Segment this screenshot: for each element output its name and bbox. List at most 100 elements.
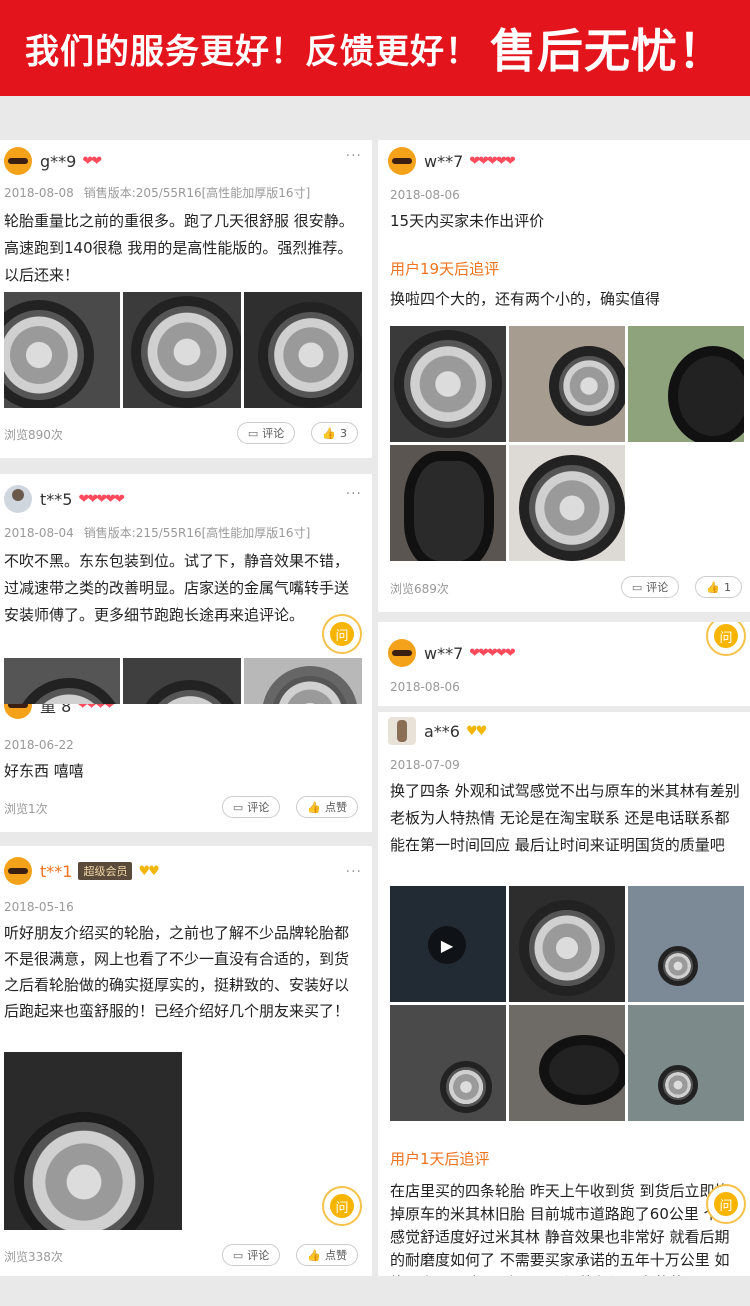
user-avatar: [4, 704, 32, 719]
comment-button[interactable]: ▭ 评论: [620, 576, 680, 598]
comment-label: 评论: [646, 581, 669, 594]
user-avatar: [388, 639, 416, 667]
rating-hearts-icon: ❤❤: [82, 153, 102, 169]
review-date: 2018-08-04: [4, 526, 74, 540]
review-photo[interactable]: [509, 886, 625, 1002]
like-button[interactable]: 👍 3: [311, 422, 358, 444]
rating-hearts-icon: ❤❤❤❤: [77, 704, 115, 713]
review-photo[interactable]: [4, 658, 120, 704]
user-avatar: [388, 717, 416, 745]
review-photos: [390, 326, 744, 561]
thumbs-up-icon: 👍: [307, 1248, 321, 1262]
review-video[interactable]: ▶: [390, 886, 506, 1002]
review-photo[interactable]: [4, 292, 120, 408]
ask-button[interactable]: 问: [706, 1184, 746, 1224]
username: t**1: [40, 861, 73, 881]
like-button[interactable]: 👍 点赞: [296, 796, 358, 818]
review-photo[interactable]: [628, 326, 744, 442]
review-photo[interactable]: [390, 326, 506, 442]
review-date: 2018-06-22: [4, 738, 74, 752]
view-count: 浏览689次: [390, 582, 449, 596]
more-icon[interactable]: ···: [346, 148, 362, 164]
more-icon[interactable]: ···: [346, 864, 362, 880]
username: w**7: [424, 643, 464, 663]
review-date: 2018-07-09: [390, 758, 460, 772]
comment-icon: ▭: [232, 800, 244, 814]
more-icon[interactable]: ···: [346, 486, 362, 502]
rating-hearts-icon: ❤❤❤❤❤: [469, 645, 515, 661]
comment-button[interactable]: ▭ 评论: [236, 422, 296, 444]
comment-label: 评论: [247, 1249, 270, 1262]
review-photo[interactable]: [244, 658, 362, 704]
like-label: 点赞: [325, 1249, 347, 1262]
comment-icon: ▭: [232, 1248, 244, 1262]
review-card: w**7 ❤❤❤❤❤ 2018-08-06 15天内买家未作出评价 用户19天后…: [378, 140, 750, 612]
like-button[interactable]: 👍 点赞: [296, 1244, 358, 1266]
user-avatar: [4, 485, 32, 513]
review-card: t**5 ❤❤❤❤❤ ··· 2018-08-04 销售版本:215/55R16[…: [0, 474, 372, 704]
banner-emphasis: 售后无忧！: [490, 24, 725, 78]
username: a**6: [424, 721, 460, 741]
review-card: t**1 超级会员 ♥♥ ··· 2018-05-16 听好朋友介绍买的轮胎，之…: [0, 846, 372, 1276]
review-card: 童 8 ❤❤❤❤ 2018-06-22 好东西 嘻嘻 浏览1次 ▭ 评论 👍 点赞: [0, 704, 372, 832]
comment-button[interactable]: ▭ 评论: [221, 1244, 281, 1266]
ask-icon: 问: [714, 624, 738, 648]
comment-button[interactable]: ▭ 评论: [221, 796, 281, 818]
user-avatar: [4, 857, 32, 885]
review-photo[interactable]: [509, 1005, 625, 1121]
user-avatar: [388, 147, 416, 175]
review-photos: [4, 292, 362, 408]
review-date: 2018-08-06: [390, 188, 460, 202]
like-label: 点赞: [325, 801, 347, 814]
ask-icon: 问: [714, 1192, 738, 1216]
ask-button[interactable]: 问: [706, 622, 746, 656]
view-count: 浏览890次: [4, 428, 63, 442]
rating-hearts-icon: ❤❤❤❤❤: [78, 491, 124, 507]
followup-text: 换啦四个大的，还有两个小的，确实值得: [390, 290, 661, 308]
review-photo[interactable]: [509, 445, 625, 561]
ask-button[interactable]: 问: [322, 614, 362, 654]
review-date: 2018-05-16: [4, 900, 74, 914]
comment-label: 评论: [247, 801, 270, 814]
review-photo[interactable]: [4, 1052, 182, 1230]
ask-button[interactable]: 问: [322, 1186, 362, 1226]
thumbs-up-icon: 👍: [706, 580, 720, 594]
review-text: 轮胎重量比之前的重很多。跑了几天很舒服 很安静。高速跑到140很稳 我用的是高性…: [4, 212, 354, 284]
comment-icon: ▭: [247, 426, 259, 440]
followup-label: 用户19天后追评: [390, 260, 500, 278]
review-photo[interactable]: [628, 1005, 744, 1121]
view-count: 浏览1次: [4, 802, 48, 816]
review-photo[interactable]: [123, 658, 241, 704]
review-text: 15天内买家未作出评价: [390, 212, 545, 230]
thumbs-up-icon: 👍: [307, 800, 321, 814]
followup-label: 用户1天后追评: [390, 1150, 490, 1168]
review-card: a**6 ♥♥ 2018-07-09 换了四条 外观和试驾感觉不出与原车的米其林…: [378, 712, 750, 1276]
vip-badge: 超级会员: [78, 862, 133, 880]
like-button[interactable]: 👍 1: [695, 576, 742, 598]
review-card: g**9 ❤❤ ··· 2018-08-08 销售版本:205/55R16[高性能…: [0, 140, 372, 458]
review-photo[interactable]: [509, 326, 625, 442]
play-icon[interactable]: ▶: [428, 926, 466, 964]
review-photo[interactable]: [390, 1005, 506, 1121]
username: 童 8: [40, 704, 72, 716]
comment-label: 评论: [262, 427, 285, 440]
review-photo[interactable]: [244, 292, 362, 408]
rating-hearts-icon: ❤❤❤❤❤: [469, 153, 515, 169]
review-photos: ▶: [390, 886, 744, 1121]
thumbs-up-icon: 👍: [322, 426, 336, 440]
review-photos: [4, 1052, 182, 1230]
review-photo[interactable]: [123, 292, 241, 408]
review-text: 听好朋友介绍买的轮胎，之前也了解不少品牌轮胎都不是很满意，网上也看了不少一直没有…: [4, 924, 350, 1020]
like-count: 1: [724, 580, 731, 594]
review-photo[interactable]: [390, 445, 506, 561]
review-text: 换了四条 外观和试驾感觉不出与原车的米其林有差别 老板为人特热情 无论是在淘宝联…: [390, 782, 740, 854]
review-text: 不吹不黑。东东包装到位。试了下，静音效果不错，过减速带之类的改善明显。店家送的金…: [4, 552, 350, 624]
sales-version: 销售版本:215/55R16[高性能加厚版16寸]: [83, 526, 311, 540]
comment-icon: ▭: [631, 580, 643, 594]
rating-hearts-icon: ♥♥: [138, 863, 159, 879]
username: g**9: [40, 151, 77, 171]
review-photo[interactable]: [628, 886, 744, 1002]
banner-text: 我们的服务更好！反馈更好！: [25, 31, 480, 72]
review-card: w**7 ❤❤❤❤❤ 2018-08-06 问: [378, 622, 750, 706]
review-date: 2018-08-08: [4, 186, 74, 200]
